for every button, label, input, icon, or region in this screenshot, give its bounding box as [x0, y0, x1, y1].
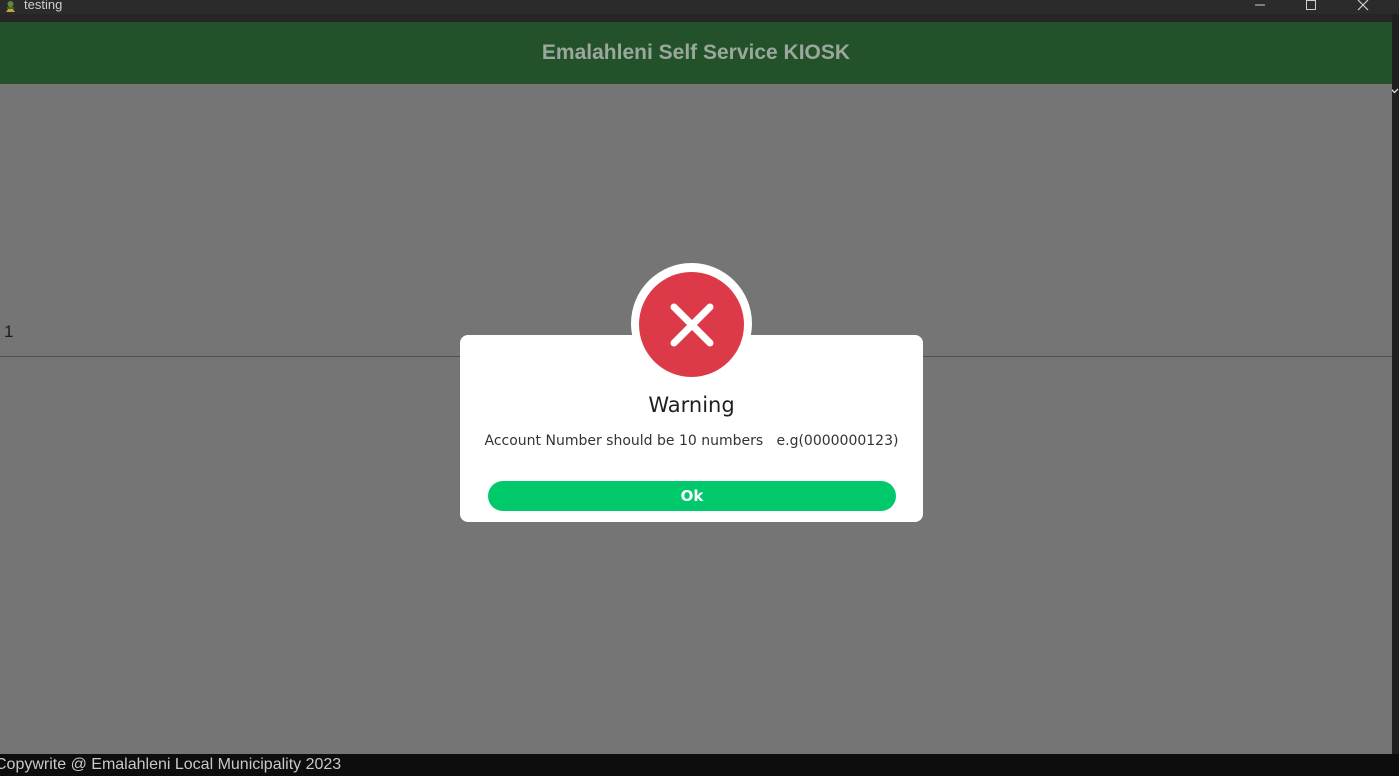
footer: Copywrite @ Emalahleni Local Municipalit…	[0, 754, 1399, 776]
dialog-message: Account Number should be 10 numbers e.g(…	[484, 433, 899, 449]
app-header: Emalahleni Self Service KIOSK	[0, 22, 1392, 84]
close-icon	[1357, 0, 1369, 11]
maximize-icon	[1306, 0, 1316, 10]
error-x-icon	[639, 272, 744, 377]
row-number: 1	[4, 322, 14, 341]
close-window-button[interactable]	[1340, 0, 1386, 14]
copyright-text: Copywrite @ Emalahleni Local Municipalit…	[0, 756, 342, 773]
maximize-button[interactable]	[1288, 0, 1334, 14]
dialog-title: Warning	[648, 393, 735, 417]
scroll-strip[interactable]	[1392, 14, 1399, 754]
municipality-logo-icon	[6, 1, 15, 12]
title-bar: testing	[0, 0, 1399, 14]
app-window: testing Emalahleni Self Service KIOSK 1 …	[0, 0, 1399, 776]
x-mark-icon	[670, 303, 713, 346]
window-title: testing	[24, 0, 63, 12]
minimize-button[interactable]	[1237, 0, 1283, 14]
minimize-icon	[1255, 4, 1265, 6]
ok-button[interactable]: Ok	[488, 481, 896, 511]
